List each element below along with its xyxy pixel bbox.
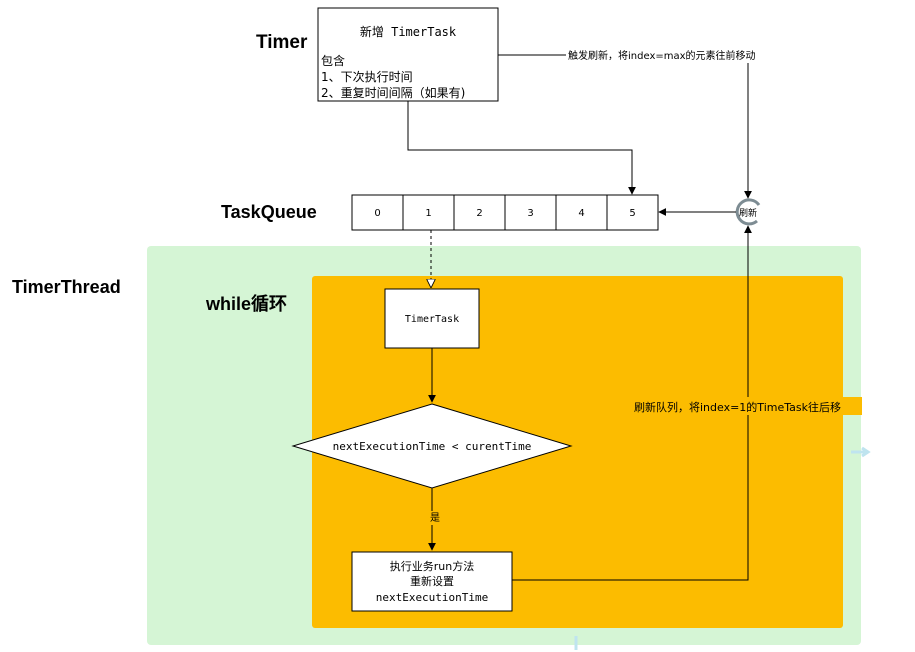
queue-cell-label: 2 [476,208,482,219]
edge-label-refresh-up: 触发刷新，将index=max的元素往前移动 [568,49,756,62]
edge-label-yes: 是 [430,512,440,524]
queue-cell-label: 3 [527,208,533,219]
queue-cell-label: 0 [374,208,380,219]
timer-label: Timer [256,32,308,53]
action-box-line1: 执行业务run方法 [390,559,474,573]
task-queue: 0 1 2 3 4 5 [351,194,659,231]
queue-cell-label: 1 [425,208,431,219]
timerthread-label: TimerThread [12,277,121,297]
refresh-node-label: 刷新 [739,207,757,219]
edge-label-refresh-down: 刷新队列，将index=1的TimeTask往后移 [634,400,841,414]
new-timertask-line2: 1、下次执行时间 [321,70,413,84]
new-timertask-line1: 包含 [321,53,345,68]
timertask-box-label: TimerTask [405,314,459,325]
queue-cell-label: 5 [629,208,635,219]
taskqueue-label: TaskQueue [221,202,317,222]
decision-label: nextExecutionTime < curentTime [333,440,532,453]
action-box-line2: 重新设置 [410,574,454,588]
diagram-canvas: Timer TaskQueue TimerThread while循环 新增 T… [12,7,871,650]
queue-cell-label: 4 [578,208,584,219]
edge-new-task-to-queue [407,101,636,195]
action-box-line3: nextExecutionTime [376,591,489,604]
while-loop-label: while循环 [205,293,287,314]
new-timertask-title: 新增 TimerTask [360,24,457,39]
new-timertask-line3: 2、重复时间间隔（如果有) [321,85,465,100]
